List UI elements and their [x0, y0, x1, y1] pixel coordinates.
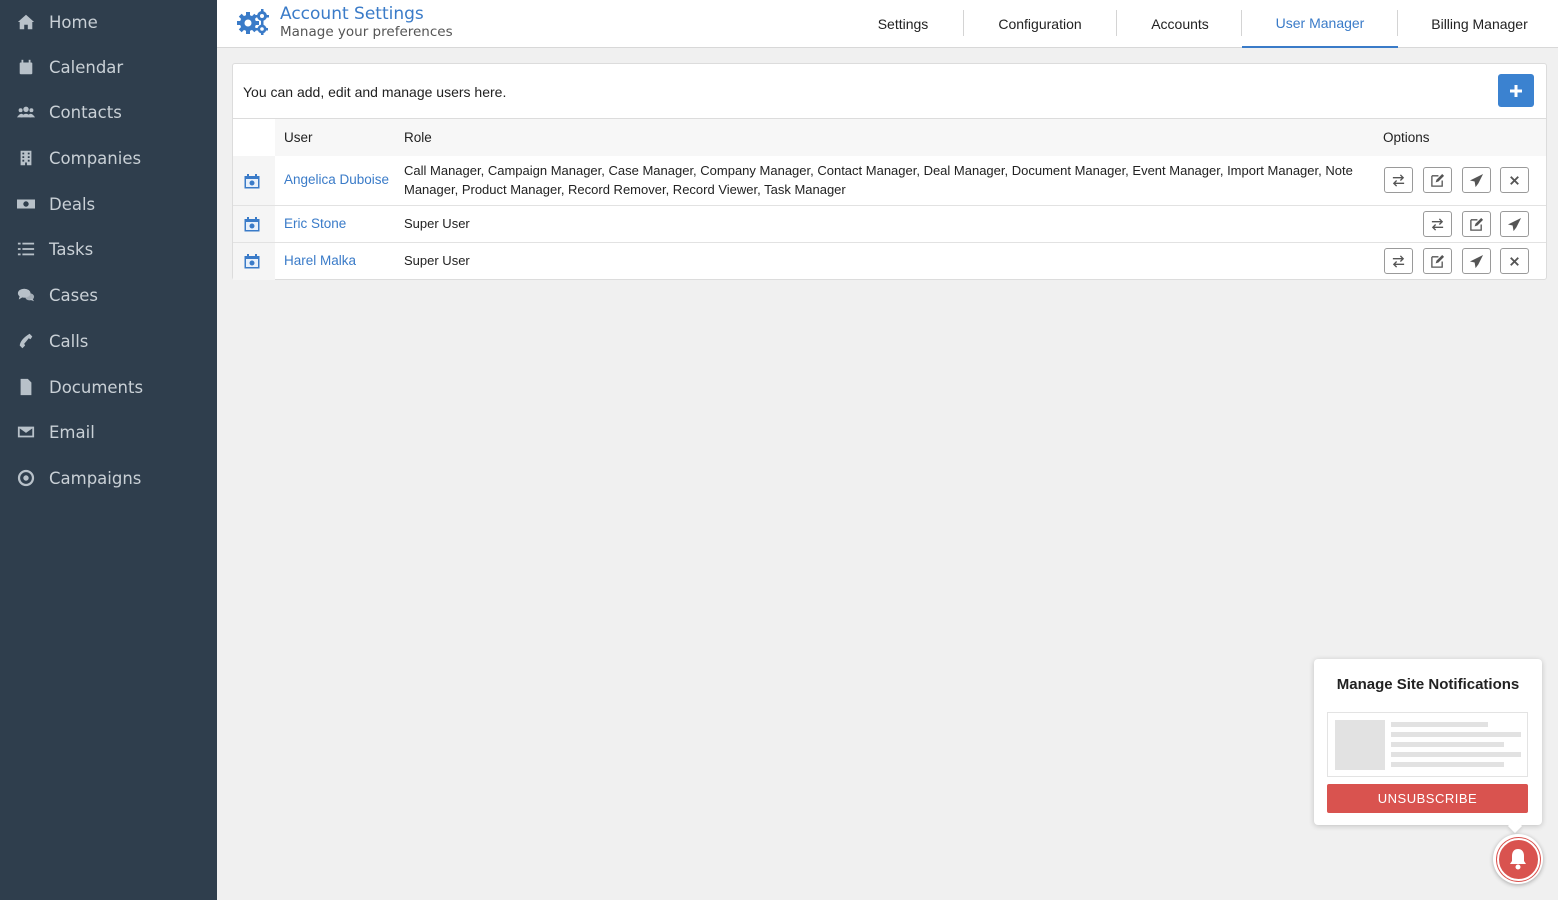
page-title: Account Settings	[280, 4, 424, 24]
sidebar-item-label: Home	[49, 12, 98, 32]
send-button[interactable]	[1462, 248, 1491, 274]
table-row: Eric Stone Super User	[233, 206, 1546, 243]
sidebar-item-contacts[interactable]: Contacts	[0, 90, 217, 134]
sidebar-item-deals[interactable]: Deals	[0, 182, 217, 226]
user-role: Super User	[404, 253, 470, 268]
sidebar-item-email[interactable]: Email	[0, 410, 217, 454]
sidebar-item-calls[interactable]: Calls	[0, 319, 217, 363]
delete-button[interactable]	[1500, 248, 1529, 274]
plus-icon	[1510, 84, 1522, 97]
tab-user-manager[interactable]: User Manager	[1242, 0, 1398, 48]
transfer-button[interactable]	[1423, 211, 1452, 237]
tab-divider	[1397, 10, 1398, 36]
table-header: User Role Options	[233, 118, 1546, 156]
edit-icon	[1431, 173, 1445, 187]
sidebar-item-companies[interactable]: Companies	[0, 136, 217, 180]
edit-button[interactable]	[1423, 167, 1452, 193]
preview-image-placeholder	[1335, 720, 1385, 770]
notification-bell-button[interactable]	[1493, 834, 1543, 884]
sidebar-item-label: Calendar	[49, 57, 124, 77]
tab-accounts[interactable]: Accounts	[1137, 0, 1223, 48]
user-calendar-icon[interactable]	[244, 254, 260, 269]
transfer-button[interactable]	[1384, 167, 1413, 193]
sidebar-item-label: Companies	[49, 148, 142, 168]
notification-preview	[1327, 712, 1528, 777]
page-header: Account Settings Manage your preferences…	[217, 0, 1558, 48]
sidebar-item-label: Cases	[49, 285, 98, 305]
unsubscribe-button[interactable]: UNSUBSCRIBE	[1327, 784, 1528, 813]
tab-divider	[1116, 10, 1117, 36]
close-icon	[1510, 256, 1519, 266]
sidebar: Home Calendar Contacts Companies Deals T…	[0, 0, 217, 900]
close-icon	[1510, 175, 1519, 185]
sidebar-item-documents[interactable]: Documents	[0, 365, 217, 409]
gears-icon	[237, 9, 269, 35]
add-user-button[interactable]	[1498, 74, 1534, 107]
document-icon	[16, 377, 36, 397]
panel-intro-text: You can add, edit and manage users here.	[243, 84, 507, 100]
site-notifications-popup: Manage Site Notifications UNSUBSCRIBE	[1314, 659, 1542, 834]
sidebar-item-cases[interactable]: Cases	[0, 273, 217, 317]
transfer-arrows-icon	[1392, 254, 1405, 268]
tab-settings[interactable]: Settings	[863, 0, 943, 48]
tab-divider	[963, 10, 964, 36]
user-name-link[interactable]: Harel Malka	[284, 253, 356, 268]
send-button[interactable]	[1462, 167, 1491, 193]
table-row: Harel Malka Super User	[233, 243, 1546, 280]
envelope-icon	[16, 422, 36, 442]
column-header-user: User	[284, 130, 313, 145]
sidebar-item-label: Deals	[49, 194, 96, 214]
page-subtitle: Manage your preferences	[280, 24, 453, 40]
user-calendar-icon[interactable]	[244, 174, 260, 189]
money-icon	[16, 194, 36, 214]
sidebar-item-label: Campaigns	[49, 468, 142, 488]
sidebar-item-home[interactable]: Home	[0, 0, 217, 44]
sidebar-item-campaigns[interactable]: Campaigns	[0, 456, 217, 500]
contacts-icon	[16, 102, 36, 122]
transfer-button[interactable]	[1384, 248, 1413, 274]
phone-icon	[16, 331, 36, 351]
edit-icon	[1470, 217, 1484, 231]
table-row: Angelica Duboise Call Manager, Campaign …	[233, 156, 1546, 206]
transfer-arrows-icon	[1431, 217, 1444, 231]
column-header-options: Options	[1383, 130, 1430, 145]
user-role: Super User	[404, 216, 470, 231]
edit-icon	[1431, 254, 1445, 268]
calendar-icon	[16, 57, 36, 77]
user-role: Call Manager, Campaign Manager, Case Man…	[404, 163, 1353, 197]
sidebar-item-calendar[interactable]: Calendar	[0, 45, 217, 89]
chat-bubbles-icon	[16, 285, 36, 305]
tasks-icon	[16, 239, 36, 259]
send-icon	[1469, 173, 1484, 187]
bell-icon	[1510, 849, 1526, 870]
user-manager-panel: You can add, edit and manage users here.…	[232, 63, 1547, 280]
user-name-link[interactable]: Eric Stone	[284, 216, 346, 231]
send-icon	[1507, 217, 1522, 231]
tab-configuration[interactable]: Configuration	[983, 0, 1097, 48]
sidebar-item-label: Contacts	[49, 102, 122, 122]
edit-button[interactable]	[1462, 211, 1491, 237]
transfer-arrows-icon	[1392, 173, 1405, 187]
sidebar-item-label: Email	[49, 422, 95, 442]
sidebar-item-label: Calls	[49, 331, 89, 351]
send-button[interactable]	[1500, 211, 1529, 237]
edit-button[interactable]	[1423, 248, 1452, 274]
column-header-role: Role	[404, 130, 432, 145]
building-icon	[16, 148, 36, 168]
home-icon	[16, 12, 36, 32]
notifications-title: Manage Site Notifications	[1336, 676, 1520, 693]
delete-button[interactable]	[1500, 167, 1529, 193]
sidebar-item-tasks[interactable]: Tasks	[0, 227, 217, 271]
sidebar-item-label: Tasks	[49, 239, 94, 259]
tab-billing-manager[interactable]: Billing Manager	[1417, 0, 1542, 48]
target-icon	[16, 468, 36, 488]
user-name-link[interactable]: Angelica Duboise	[284, 172, 389, 187]
user-calendar-icon[interactable]	[244, 217, 260, 232]
send-icon	[1469, 254, 1484, 268]
sidebar-item-label: Documents	[49, 377, 144, 397]
